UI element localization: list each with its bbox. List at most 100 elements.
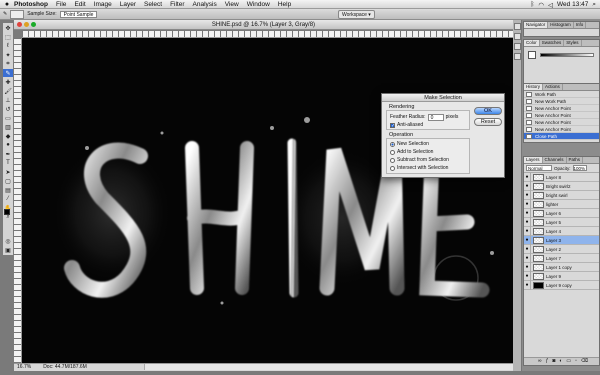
layer-row[interactable]: ● Layer 5 xyxy=(524,217,599,227)
menu-help[interactable]: Help xyxy=(278,1,291,8)
move-tool-icon[interactable]: ✥ xyxy=(3,24,13,32)
tab-histogram[interactable]: Histogram xyxy=(548,22,574,28)
layer-row[interactable]: ● Layer 6 xyxy=(524,208,599,218)
menu-layer[interactable]: Layer xyxy=(120,1,136,8)
radio-new-selection[interactable] xyxy=(390,141,395,147)
gray-slider[interactable] xyxy=(540,53,594,57)
eye-icon[interactable]: ● xyxy=(524,280,531,290)
layer-row[interactable]: ● Layer 8 xyxy=(524,172,599,182)
healing-brush-tool-icon[interactable]: ✚ xyxy=(3,78,13,86)
tab-navigator[interactable]: Navigator xyxy=(524,22,549,28)
tab-info[interactable]: Info xyxy=(574,22,587,28)
history-item[interactable]: New Anchor Point xyxy=(524,126,599,133)
operation-add-to-selection[interactable]: Add to Selection xyxy=(390,148,466,156)
reset-button[interactable]: Reset xyxy=(474,118,502,126)
eye-icon[interactable]: ● xyxy=(524,172,531,182)
spotlight-icon[interactable]: ⌕ xyxy=(592,1,596,9)
menu-select[interactable]: Select xyxy=(144,1,162,8)
eye-icon[interactable]: ● xyxy=(524,235,531,245)
layer-row[interactable]: ● lighter xyxy=(524,199,599,209)
eye-icon[interactable]: ● xyxy=(524,262,531,272)
magic-wand-tool-icon[interactable]: ✦ xyxy=(3,51,13,59)
blend-mode-select[interactable]: Normal xyxy=(526,165,552,171)
operation-new-selection[interactable]: New Selection xyxy=(390,140,466,148)
menu-view[interactable]: View xyxy=(225,1,239,8)
screen-mode-icon[interactable]: ▣ xyxy=(3,246,13,254)
ok-button[interactable]: OK xyxy=(474,107,502,115)
menu-edit[interactable]: Edit xyxy=(74,1,85,8)
eyedropper-tool-icon[interactable]: ✎ xyxy=(3,69,13,77)
menu-analysis[interactable]: Analysis xyxy=(193,1,217,8)
vertical-ruler[interactable] xyxy=(14,38,22,363)
layer-row[interactable]: ● Layer 2 xyxy=(524,244,599,254)
fg-color-chip[interactable] xyxy=(528,51,536,59)
clone-source-panel-icon[interactable] xyxy=(514,33,521,40)
lasso-tool-icon[interactable]: ℓ xyxy=(3,42,13,50)
layer-mask-icon[interactable]: ◙ xyxy=(552,358,555,365)
new-group-icon[interactable]: ▭ xyxy=(566,358,571,365)
menu-filter[interactable]: Filter xyxy=(170,1,184,8)
path-selection-tool-icon[interactable]: ➤ xyxy=(3,168,13,176)
history-item-selected[interactable]: Close Path xyxy=(524,133,599,140)
eye-icon[interactable]: ● xyxy=(524,271,531,281)
history-item[interactable]: New Work Path xyxy=(524,98,599,105)
tool-preset-picker[interactable] xyxy=(10,9,25,19)
operation-intersect-with-selection[interactable]: Intersect with Selection xyxy=(390,164,466,172)
canvas[interactable] xyxy=(22,38,513,363)
pen-tool-icon[interactable]: ✒ xyxy=(3,150,13,158)
eraser-tool-icon[interactable]: ▭ xyxy=(3,114,13,122)
brush-tool-icon[interactable]: 🖌 xyxy=(3,87,13,95)
menu-window[interactable]: Window xyxy=(247,1,270,8)
eye-icon[interactable]: ● xyxy=(524,244,531,254)
operation-subtract-from-selection[interactable]: Subtract from Selection xyxy=(390,156,466,164)
close-window-icon[interactable] xyxy=(17,22,22,27)
layer-row-selected[interactable]: ● Layer 3 xyxy=(524,235,599,245)
foreground-color-swatch[interactable] xyxy=(4,209,10,215)
layer-row[interactable]: ● Bright swirl2 xyxy=(524,181,599,191)
tab-channels[interactable]: Channels xyxy=(543,157,567,163)
shape-tool-icon[interactable]: ▢ xyxy=(3,177,13,185)
history-item[interactable]: New Anchor Point xyxy=(524,112,599,119)
apple-menu-icon[interactable]: ● xyxy=(0,1,14,8)
clone-stamp-tool-icon[interactable]: ⊥ xyxy=(3,96,13,104)
radio-add-to-selection[interactable] xyxy=(390,149,395,155)
layer-row[interactable]: ● Layer 1 copy xyxy=(524,262,599,272)
layer-row[interactable]: ● Layer 7 xyxy=(524,253,599,263)
anti-aliased-checkbox[interactable]: ✓ xyxy=(390,122,395,128)
menu-image[interactable]: Image xyxy=(94,1,112,8)
gradient-tool-icon[interactable]: ▥ xyxy=(3,123,13,131)
horizontal-ruler[interactable] xyxy=(22,31,513,38)
notes-tool-icon[interactable]: ▤ xyxy=(3,186,13,194)
workspace-button[interactable]: Workspace ▾ xyxy=(338,10,375,19)
layer-row[interactable]: ● Layer 9 copy xyxy=(524,280,599,290)
history-item[interactable]: Work Path xyxy=(524,91,599,98)
eye-icon[interactable]: ● xyxy=(524,253,531,263)
adjustment-layer-icon[interactable]: ◐ xyxy=(559,358,562,365)
layer-style-icon[interactable]: ƒ xyxy=(546,358,549,365)
type-tool-icon[interactable]: T xyxy=(3,159,13,167)
history-item[interactable]: New Anchor Point xyxy=(524,105,599,112)
volume-icon[interactable]: ◁ xyxy=(548,1,553,9)
radio-subtract-from-selection[interactable] xyxy=(390,157,395,163)
horizontal-scrollbar[interactable] xyxy=(144,364,513,370)
link-layers-icon[interactable]: ∞ xyxy=(538,358,542,365)
menu-file[interactable]: File xyxy=(56,1,66,8)
tab-layers[interactable]: Layers xyxy=(524,157,543,163)
eye-icon[interactable]: ● xyxy=(524,181,531,191)
layer-row[interactable]: ● bright swirl xyxy=(524,190,599,200)
brushes-panel-icon[interactable] xyxy=(514,23,521,30)
crop-tool-icon[interactable]: ⌗ xyxy=(3,60,13,68)
bluetooth-icon[interactable]: ᛒ xyxy=(530,1,534,8)
feather-radius-input[interactable]: 0 xyxy=(427,113,444,121)
eyedropper2-tool-icon[interactable]: ⁄ xyxy=(3,195,13,203)
eye-icon[interactable]: ● xyxy=(524,208,531,218)
eye-icon[interactable]: ● xyxy=(524,226,531,236)
history-item[interactable]: New Anchor Point xyxy=(524,119,599,126)
minimize-window-icon[interactable] xyxy=(24,22,29,27)
eye-icon[interactable]: ● xyxy=(524,199,531,209)
tab-swatches[interactable]: Swatches xyxy=(540,40,565,46)
tab-paths[interactable]: Paths xyxy=(567,157,584,163)
opacity-input[interactable]: 100% xyxy=(572,165,587,171)
blur-tool-icon[interactable]: ◆ xyxy=(3,132,13,140)
eye-icon[interactable]: ● xyxy=(524,217,531,227)
